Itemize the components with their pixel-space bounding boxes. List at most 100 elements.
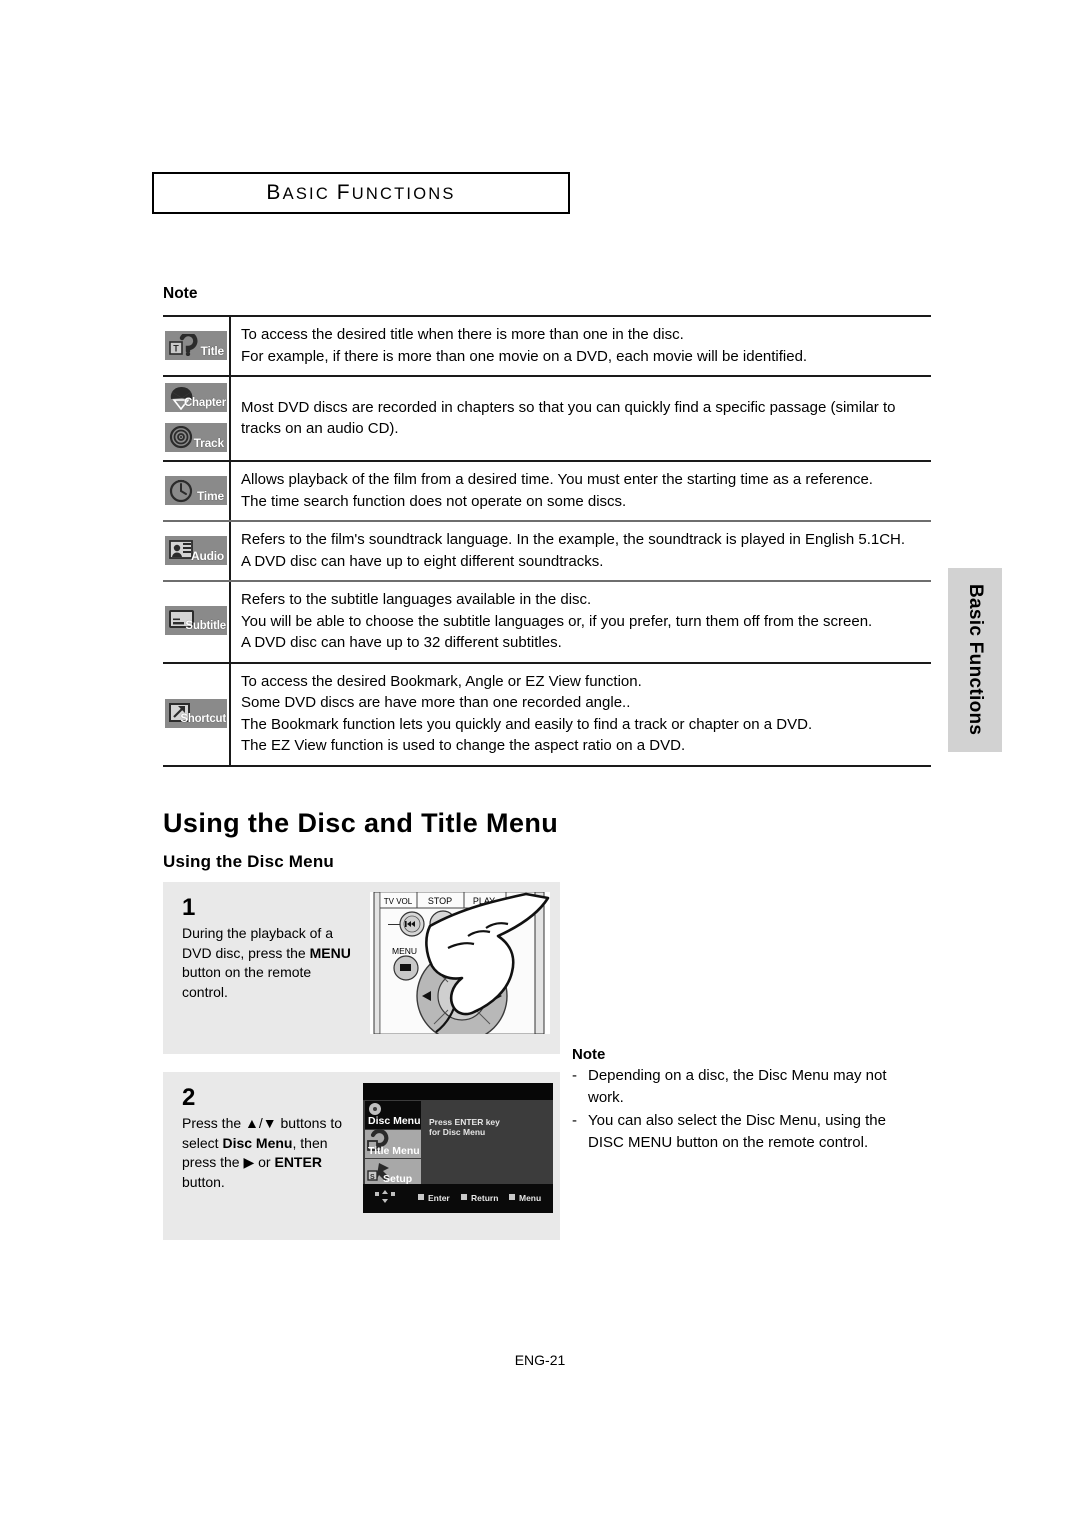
table-cell-line: Most DVD discs are recorded in chapters … xyxy=(241,398,896,416)
badge-label: Chapter xyxy=(183,397,226,409)
table-cell-line: Allows playback of the film from a desir… xyxy=(241,471,873,488)
svg-text:Menu: Menu xyxy=(519,1193,541,1203)
svg-text:Return: Return xyxy=(471,1193,498,1203)
table-row: Chapter Track Most DVD discs are recorded … xyxy=(163,375,931,460)
svg-text:Title Menu: Title Menu xyxy=(368,1145,420,1157)
table-cell-line: The EZ View function is used to change t… xyxy=(241,737,686,754)
list-item: - Depending on a disc, the Disc Menu may … xyxy=(572,1065,932,1109)
note-title: Note xyxy=(572,1046,606,1063)
svg-text:STOP: STOP xyxy=(428,896,452,906)
step-instruction-text: During the playback of a DVD disc, press … xyxy=(182,924,377,1002)
bullet-line: Depending on a disc, the Disc Menu may n… xyxy=(588,1067,887,1084)
table-cell-text: Most DVD discs are recorded in chapters … xyxy=(231,377,931,460)
step-line: Press the ▲/▼ buttons to xyxy=(182,1115,343,1131)
table-cell-text: Refers to the film's soundtrack language… xyxy=(231,522,931,580)
chapter-header-title: BASIC FUNCTIONS xyxy=(266,181,456,204)
page-title: Using the Disc and Title Menu xyxy=(163,808,559,838)
svg-text:Disc Menu: Disc Menu xyxy=(368,1115,421,1127)
page-footer: ENG-21 xyxy=(514,1352,566,1368)
table-cell-icons: Subtitle xyxy=(163,582,231,662)
table-cell-line: Some DVD discs are have more than one re… xyxy=(241,694,631,711)
table-cell-line: To access the desired Bookmark, Angle or… xyxy=(241,672,642,690)
table-row: Subtitle Refers to the subtitle languages… xyxy=(163,580,931,662)
svg-text:T: T xyxy=(173,343,179,353)
step-line: button on the remote xyxy=(182,964,312,980)
table-cell-line: tracks on an audio CD). xyxy=(241,420,399,437)
step-emphasis: ENTER xyxy=(274,1154,322,1170)
svg-text:for Disc Menu: for Disc Menu xyxy=(429,1127,485,1137)
svg-text:TV VOL: TV VOL xyxy=(384,897,413,906)
step-line: DVD disc, press the MENU xyxy=(182,944,351,961)
badge-label: Title xyxy=(200,343,225,358)
table-cell-text: Refers to the subtitle languages availab… xyxy=(231,582,931,662)
step-panel-1: 1 During the playback of a DVD disc, pres… xyxy=(163,882,560,1054)
step-emphasis: MENU xyxy=(309,944,351,961)
table-cell-text: To access the desired title when there i… xyxy=(231,317,931,375)
svg-text:—: — xyxy=(388,916,401,931)
table-cell-icons: Time xyxy=(163,462,231,520)
table-row: Audio Refers to the film's soundtrack lan… xyxy=(163,520,931,580)
step-line: press the ▶ or ENTER xyxy=(182,1154,322,1170)
table-cell-line: Refers to the film's soundtrack language… xyxy=(241,531,906,548)
note-icon-table: T Title To access the desired title when t… xyxy=(163,315,931,767)
bullet-line: work. xyxy=(588,1089,624,1106)
bullet-text: You can also select the Disc Menu, using… xyxy=(588,1110,932,1154)
table-cell-icons: Audio xyxy=(163,522,231,580)
side-tab-label: Basic Functions xyxy=(965,584,986,736)
step-line: select Disc Menu, then xyxy=(182,1134,328,1151)
right-note-block: Note - Depending on a disc, the Disc Menu… xyxy=(572,1046,932,1154)
step-line: control. xyxy=(182,983,228,1000)
table-row: Time Allows playback of the film from a d… xyxy=(163,460,931,520)
audio-icon: Audio xyxy=(165,535,227,565)
svg-text:S: S xyxy=(370,1174,375,1181)
bullet-marker: - xyxy=(572,1067,577,1084)
table-cell-line: A DVD disc can have up to 32 different s… xyxy=(241,634,562,651)
step-line: button. xyxy=(182,1173,225,1190)
remote-control-figure: TV VOL STOP PLAY T — MENU xyxy=(370,892,550,1034)
list-item: - You can also select the Disc Menu, usin… xyxy=(572,1110,932,1154)
table-cell-line: Refers to the subtitle languages availab… xyxy=(241,591,592,608)
badge-label: Subtitle xyxy=(185,620,226,633)
table-cell-line: A DVD disc can have up to eight differen… xyxy=(241,552,604,570)
table-cell-text: To access the desired Bookmark, Angle or… xyxy=(231,664,931,765)
table-cell-line: The time search function does not operat… xyxy=(241,492,627,510)
table-cell-text: Allows playback of the film from a desir… xyxy=(231,462,931,520)
step-number: 2 xyxy=(182,1084,196,1111)
table-cell-icons: Chapter Track xyxy=(163,377,231,460)
table-cell-line: You will be able to choose the subtitle … xyxy=(241,612,873,630)
osd-disc-menu-figure: Disc Menu Title Menu S Setup Press ENTER… xyxy=(363,1083,553,1213)
bullet-marker: - xyxy=(572,1112,577,1129)
badge-label: Shortcut xyxy=(180,712,226,725)
note-table-label: Note xyxy=(163,285,198,302)
subtitle-icon: Subtitle xyxy=(165,606,227,636)
step-number: 1 xyxy=(182,894,196,921)
badge-label: Audio xyxy=(191,548,224,563)
section-subheading: Using the Disc Menu xyxy=(163,852,334,871)
bullet-line: DISC MENU button on the remote control. xyxy=(588,1134,869,1151)
note-bullet-list: - Depending on a disc, the Disc Menu may … xyxy=(572,1065,932,1154)
table-cell-line: To access the desired title when there i… xyxy=(241,326,684,343)
track-icon: Track xyxy=(165,423,227,452)
svg-text:Setup: Setup xyxy=(383,1173,412,1185)
title-icon: T Title xyxy=(165,330,227,360)
svg-text:MENU: MENU xyxy=(392,946,417,956)
step-panel-2: 2 Press the ▲/▼ buttons to select Disc Me… xyxy=(163,1072,560,1240)
chapter-header-box: BASIC FUNCTIONS xyxy=(152,172,570,214)
table-cell-icons: Shortcut xyxy=(163,663,231,765)
step-line: During the playback of a xyxy=(182,925,333,941)
bullet-text: Depending on a disc, the Disc Menu may n… xyxy=(588,1065,932,1109)
step-instruction-text: Press the ▲/▼ buttons to select Disc Menu… xyxy=(182,1114,377,1192)
badge-label: Time xyxy=(197,488,224,503)
side-tab-basic-functions: Basic Functions xyxy=(948,568,1002,752)
table-cell-icons: T Title xyxy=(163,317,231,375)
table-row: T Title To access the desired title when t… xyxy=(163,315,931,375)
table-row: Shortcut To access the desired Bookmark, … xyxy=(163,661,931,767)
table-cell-line: The Bookmark function lets you quickly a… xyxy=(241,715,813,733)
badge-label: Track xyxy=(193,436,225,450)
shortcut-icon: Shortcut xyxy=(165,698,227,728)
time-icon: Time xyxy=(165,475,227,505)
svg-text:Press ENTER key: Press ENTER key xyxy=(429,1117,500,1127)
chapter-icon: Chapter xyxy=(165,383,227,412)
svg-text:Enter: Enter xyxy=(428,1193,450,1203)
bullet-line: You can also select the Disc Menu, using… xyxy=(588,1112,886,1129)
